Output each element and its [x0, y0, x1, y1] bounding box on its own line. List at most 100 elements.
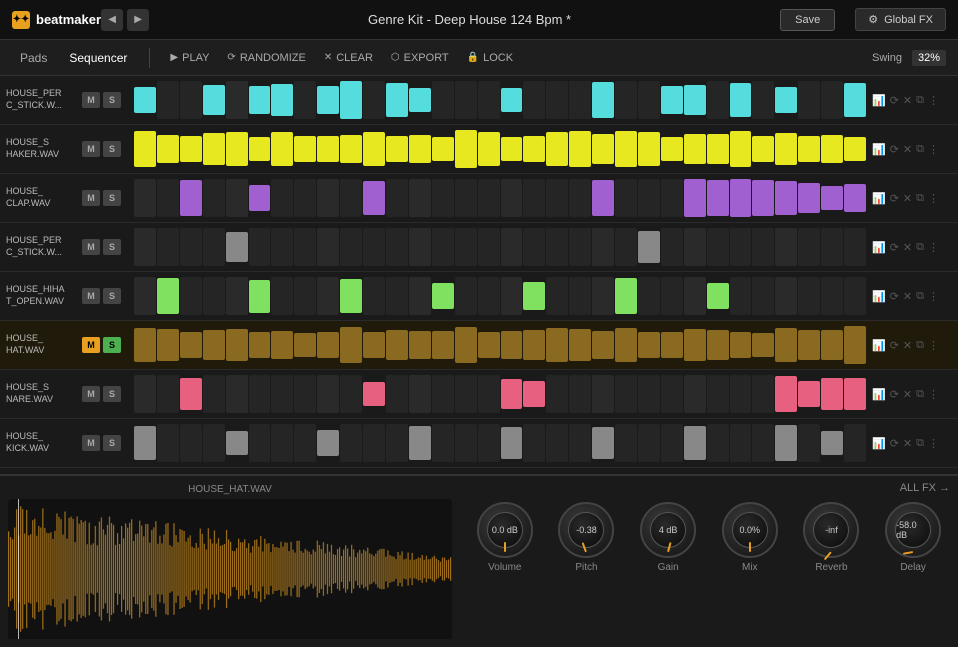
beat-cell-5-22[interactable]	[638, 332, 660, 357]
delete-icon-7[interactable]: ✕	[903, 437, 912, 450]
gain-knob[interactable]: 4 dB	[640, 502, 696, 558]
beat-cell-1-26[interactable]	[730, 131, 752, 168]
beat-cell-0-23[interactable]	[661, 86, 683, 115]
beat-cell-2-11[interactable]	[386, 179, 408, 217]
beat-cell-3-27[interactable]	[752, 228, 774, 266]
beat-cell-5-17[interactable]	[523, 330, 545, 359]
mute-button-6[interactable]: M	[82, 386, 100, 402]
beat-cell-0-25[interactable]	[707, 81, 729, 119]
beat-cell-3-12[interactable]	[409, 228, 431, 266]
beat-cell-3-9[interactable]	[340, 228, 362, 266]
solo-button-3[interactable]: S	[103, 239, 121, 255]
beat-cell-2-5[interactable]	[249, 185, 271, 211]
beat-cell-3-8[interactable]	[317, 228, 339, 266]
beat-cell-1-24[interactable]	[684, 134, 706, 164]
shuffle-icon-0[interactable]: ⟳	[890, 94, 899, 107]
beat-cell-1-20[interactable]	[592, 134, 614, 164]
beat-cell-7-29[interactable]	[798, 424, 820, 462]
beat-cell-2-25[interactable]	[707, 180, 729, 215]
beat-cell-6-15[interactable]	[478, 375, 500, 413]
beat-cell-2-26[interactable]	[730, 179, 752, 217]
beat-cell-3-3[interactable]	[203, 228, 225, 266]
beat-cell-0-31[interactable]	[844, 83, 866, 117]
beat-cell-4-21[interactable]	[615, 278, 637, 314]
beat-cell-4-16[interactable]	[501, 277, 523, 315]
beat-cell-5-23[interactable]	[661, 332, 683, 359]
more-icon-5[interactable]: ⋮	[928, 339, 939, 352]
delete-icon-0[interactable]: ✕	[903, 94, 912, 107]
beat-cell-1-25[interactable]	[707, 134, 729, 163]
beat-cell-3-7[interactable]	[294, 228, 316, 266]
reverb-knob[interactable]: -inf	[803, 502, 859, 558]
beat-cell-6-23[interactable]	[661, 375, 683, 413]
nav-back-button[interactable]: ◀	[101, 9, 123, 31]
beat-cell-1-15[interactable]	[478, 132, 500, 165]
mute-button-4[interactable]: M	[82, 288, 100, 304]
beat-cell-4-13[interactable]	[432, 283, 454, 308]
beat-cell-7-20[interactable]	[592, 427, 614, 459]
beat-cell-4-6[interactable]	[271, 277, 293, 315]
beat-cell-3-25[interactable]	[707, 228, 729, 266]
beat-cell-4-8[interactable]	[317, 277, 339, 315]
beat-cell-1-28[interactable]	[775, 133, 797, 165]
beat-cell-5-4[interactable]	[226, 329, 248, 360]
beat-cell-2-4[interactable]	[226, 179, 248, 217]
all-fx-button[interactable]: ALL FX →	[900, 482, 950, 494]
beat-cell-6-11[interactable]	[386, 375, 408, 413]
beat-cell-2-9[interactable]	[340, 179, 362, 217]
beat-cell-2-24[interactable]	[684, 179, 706, 217]
beat-cell-5-11[interactable]	[386, 330, 408, 359]
beat-cell-5-28[interactable]	[775, 328, 797, 363]
shuffle-icon-3[interactable]: ⟳	[890, 241, 899, 254]
beat-cell-2-31[interactable]	[844, 184, 866, 212]
beat-cell-5-16[interactable]	[501, 331, 523, 359]
beat-cell-2-29[interactable]	[798, 183, 820, 213]
beat-cell-0-29[interactable]	[798, 81, 820, 119]
beat-cell-4-0[interactable]	[134, 277, 156, 315]
mute-button-2[interactable]: M	[82, 190, 100, 206]
beat-cell-6-29[interactable]	[798, 381, 820, 407]
beat-cell-1-27[interactable]	[752, 136, 774, 161]
beat-cell-5-14[interactable]	[455, 327, 477, 362]
beat-cell-0-0[interactable]	[134, 87, 156, 113]
bars-icon-7[interactable]: 📊	[872, 437, 886, 450]
beat-cell-4-31[interactable]	[844, 277, 866, 315]
shuffle-icon-1[interactable]: ⟳	[890, 143, 899, 156]
beat-cell-7-21[interactable]	[615, 424, 637, 462]
beat-cell-2-1[interactable]	[157, 179, 179, 217]
shuffle-icon-6[interactable]: ⟳	[890, 388, 899, 401]
solo-button-5[interactable]: S	[103, 337, 121, 353]
beat-cell-6-12[interactable]	[409, 375, 431, 413]
copy-icon-2[interactable]: ⧉	[916, 192, 924, 205]
beat-cell-0-5[interactable]	[249, 86, 271, 114]
beat-cell-7-6[interactable]	[271, 424, 293, 462]
beat-cell-4-12[interactable]	[409, 277, 431, 315]
tab-pads[interactable]: Pads	[12, 49, 55, 67]
beat-cell-6-27[interactable]	[752, 375, 774, 413]
copy-icon-7[interactable]: ⧉	[916, 437, 924, 450]
beat-cell-5-20[interactable]	[592, 331, 614, 360]
beat-cell-0-21[interactable]	[615, 81, 637, 119]
beat-cell-2-3[interactable]	[203, 179, 225, 217]
beat-cell-6-19[interactable]	[569, 375, 591, 413]
beat-cell-7-0[interactable]	[134, 426, 156, 459]
beat-cell-2-6[interactable]	[271, 179, 293, 217]
beat-cell-2-2[interactable]	[180, 180, 202, 215]
beat-cell-5-30[interactable]	[821, 330, 843, 361]
beat-cell-3-19[interactable]	[569, 228, 591, 266]
beat-cell-3-17[interactable]	[523, 228, 545, 266]
bars-icon-3[interactable]: 📊	[872, 241, 886, 254]
beat-cell-4-26[interactable]	[730, 277, 752, 315]
beat-cell-1-0[interactable]	[134, 131, 156, 167]
beat-cell-6-26[interactable]	[730, 375, 752, 413]
mix-knob[interactable]: 0.0%	[722, 502, 778, 558]
beat-cell-7-19[interactable]	[569, 424, 591, 462]
delete-icon-4[interactable]: ✕	[903, 290, 912, 303]
beat-cell-7-26[interactable]	[730, 424, 752, 462]
copy-icon-1[interactable]: ⧉	[916, 143, 924, 156]
beat-cell-3-5[interactable]	[249, 228, 271, 266]
beat-cell-4-23[interactable]	[661, 277, 683, 315]
beat-cell-5-13[interactable]	[432, 331, 454, 359]
beat-cell-7-13[interactable]	[432, 424, 454, 462]
beat-cell-0-4[interactable]	[226, 81, 248, 119]
